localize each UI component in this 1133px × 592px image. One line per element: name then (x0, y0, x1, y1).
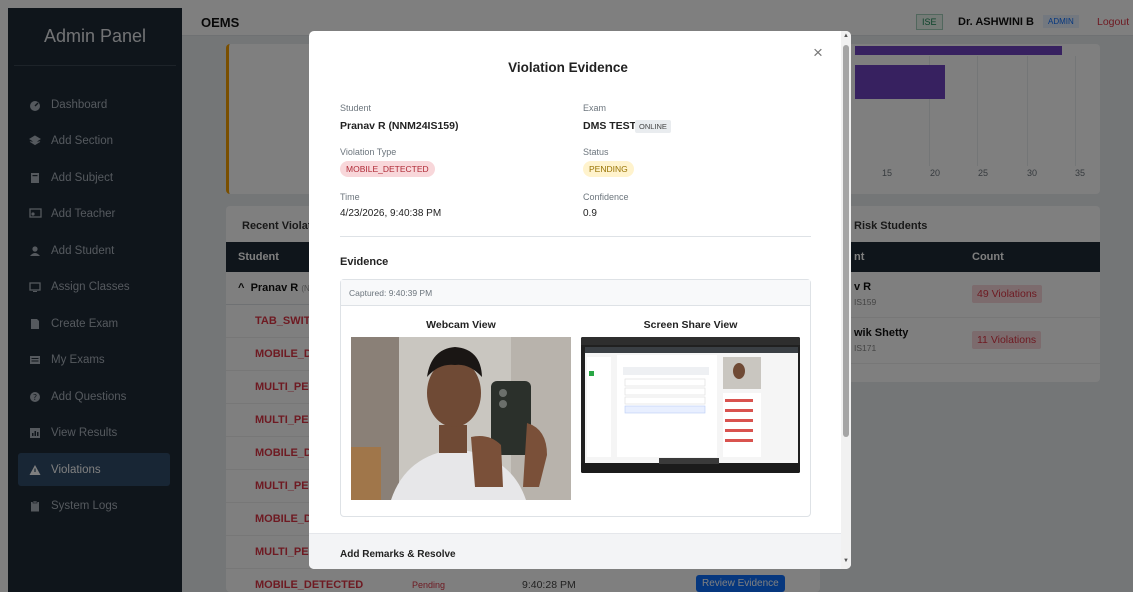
violation-type-label: Violation Type (340, 147, 397, 157)
captured-time: Captured: 9:40:39 PM (341, 280, 810, 306)
time-label: Time (340, 192, 360, 202)
scroll-down-arrow-icon[interactable]: ▼ (843, 558, 849, 564)
exam-mode-badge: ONLINE (635, 120, 671, 133)
status-label: Status (583, 147, 609, 157)
confidence-label: Confidence (583, 192, 629, 202)
modal-title: Violation Evidence (508, 60, 628, 75)
webcam-view-title: Webcam View (426, 319, 496, 331)
student-label: Student (340, 103, 372, 113)
evidence-panel: Captured: 9:40:39 PM Webcam View Screen … (340, 279, 811, 517)
modal-scrollbar-thumb[interactable] (843, 45, 849, 437)
scroll-up-arrow-icon[interactable]: ▲ (843, 33, 849, 39)
exam-value: DMS TEST (583, 120, 637, 132)
violation-evidence-modal: Violation Evidence × Student Pranav R (N… (309, 31, 851, 569)
exam-label: Exam (583, 103, 607, 113)
close-icon[interactable]: × (813, 43, 823, 63)
evidence-title: Evidence (340, 256, 389, 268)
status-badge: PENDING (583, 161, 634, 177)
divider (340, 236, 811, 237)
webcam-snapshot (351, 337, 571, 500)
screen-share-view-title: Screen Share View (643, 319, 738, 331)
student-value: Pranav R (NNM24IS159) (340, 120, 459, 132)
remarks-section: Add Remarks & Resolve (309, 533, 841, 569)
remarks-title: Add Remarks & Resolve (340, 549, 456, 560)
screen-share-snapshot (581, 337, 800, 473)
time-value: 4/23/2026, 9:40:38 PM (340, 208, 442, 219)
confidence-value: 0.9 (583, 208, 597, 219)
violation-type-badge: MOBILE_DETECTED (340, 161, 435, 177)
